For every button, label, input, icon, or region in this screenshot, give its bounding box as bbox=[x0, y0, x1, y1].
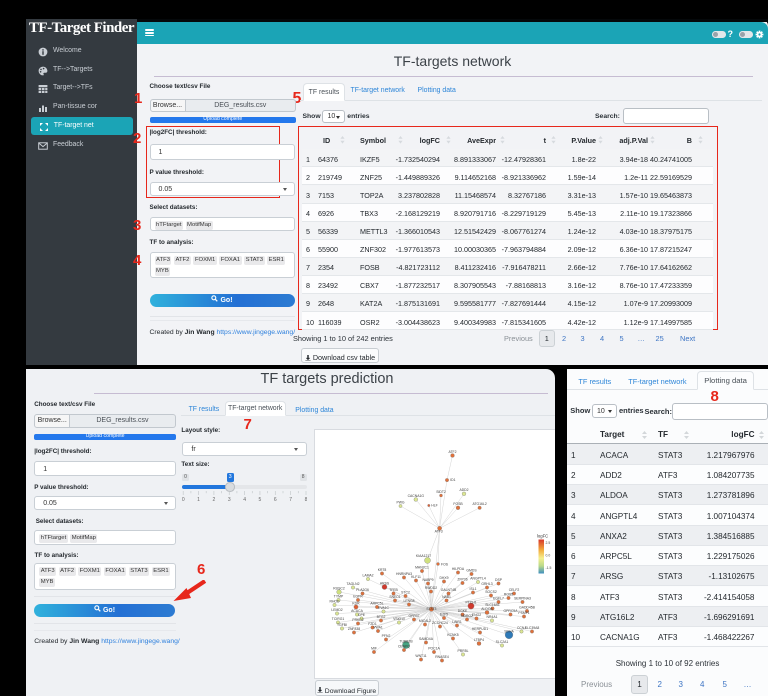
svg-text:HNRNPA3: HNRNPA3 bbox=[396, 571, 412, 575]
svg-text:ZCCHC24: ZCCHC24 bbox=[432, 620, 448, 624]
svg-text:ATF3: ATF3 bbox=[435, 529, 443, 533]
svg-text:EGFL7: EGFL7 bbox=[493, 596, 504, 600]
svg-text:PFN2: PFN2 bbox=[382, 633, 391, 637]
svg-text:PRR5L: PRR5L bbox=[458, 648, 469, 652]
svg-text:KRT8: KRT8 bbox=[378, 567, 387, 571]
svg-text:KDR: KDR bbox=[352, 601, 360, 605]
svg-text:MIF: MIF bbox=[371, 646, 377, 650]
svg-text:NAB1: NAB1 bbox=[442, 594, 451, 598]
svg-text:ANGPTL4: ANGPTL4 bbox=[470, 576, 486, 580]
svg-text:BTG2: BTG2 bbox=[377, 614, 386, 618]
svg-text:GADD45B: GADD45B bbox=[519, 605, 536, 609]
svg-text:TCIRG1: TCIRG1 bbox=[332, 616, 345, 620]
svg-text:KLF11: KLF11 bbox=[411, 574, 421, 578]
svg-text:GPR37: GPR37 bbox=[408, 613, 419, 617]
svg-text:ATG16L2: ATG16L2 bbox=[472, 502, 486, 506]
svg-text:KCNK5: KCNK5 bbox=[447, 632, 458, 636]
svg-text:PWG: PWG bbox=[396, 500, 404, 504]
svg-text:ATF2: ATF2 bbox=[448, 449, 456, 453]
svg-text:EVA1C: EVA1C bbox=[378, 605, 389, 609]
svg-text:LAMA2: LAMA2 bbox=[362, 573, 373, 577]
svg-text:DHX9: DHX9 bbox=[439, 575, 448, 579]
svg-text:STC2: STC2 bbox=[401, 590, 410, 594]
svg-text:NR4A1: NR4A1 bbox=[487, 614, 498, 618]
svg-text:2: 2 bbox=[213, 497, 216, 502]
svg-text:ARPC5L: ARPC5L bbox=[370, 601, 383, 605]
svg-text:WNT11: WNT11 bbox=[415, 653, 426, 657]
svg-text:SAMD4A: SAMD4A bbox=[419, 636, 434, 640]
svg-text:PTCH1: PTCH1 bbox=[465, 600, 476, 604]
svg-text:HILPDA: HILPDA bbox=[452, 566, 465, 570]
svg-text:DGKE: DGKE bbox=[458, 608, 468, 612]
svg-text:ZNF838: ZNF838 bbox=[348, 626, 360, 630]
svg-text:LEMD2: LEMD2 bbox=[331, 607, 342, 611]
svg-text:PLA2G6: PLA2G6 bbox=[356, 587, 369, 591]
svg-text:1: 1 bbox=[198, 497, 201, 502]
svg-text:2.5: 2.5 bbox=[546, 541, 551, 545]
svg-text:GALNT4B: GALNT4B bbox=[441, 587, 457, 591]
svg-text:POC1A: POC1A bbox=[428, 646, 440, 650]
svg-text:SOCS2: SOCS2 bbox=[485, 589, 497, 593]
svg-text:PSMF1: PSMF1 bbox=[518, 610, 529, 614]
svg-text:CACNA1G: CACNA1G bbox=[408, 493, 425, 497]
svg-text:EGFR: EGFR bbox=[353, 594, 363, 598]
svg-text:SIDT2: SIDT2 bbox=[436, 489, 446, 493]
svg-text:ADD2: ADD2 bbox=[459, 488, 468, 492]
svg-text:RHOD: RHOD bbox=[330, 599, 341, 603]
svg-text:MAN2C1: MAN2C1 bbox=[415, 565, 429, 569]
svg-text:TGFBI: TGFBI bbox=[337, 622, 347, 626]
svg-text:ZFP36: ZFP36 bbox=[457, 577, 467, 581]
svg-text:PRKD2: PRKD2 bbox=[352, 617, 363, 621]
svg-text:TUBB2B: TUBB2B bbox=[399, 639, 413, 643]
svg-text:0: 0 bbox=[182, 497, 185, 502]
svg-text:8: 8 bbox=[305, 497, 307, 502]
svg-text:GRHL3: GRHL3 bbox=[481, 581, 492, 585]
svg-text:TAGLN2: TAGLN2 bbox=[347, 581, 360, 585]
svg-text:MICAL2: MICAL2 bbox=[419, 618, 431, 622]
svg-text:LENG8: LENG8 bbox=[403, 598, 414, 602]
svg-text:CPE: CPE bbox=[358, 612, 366, 616]
svg-text:TFEB: TFEB bbox=[389, 587, 398, 591]
svg-text:SNED1: SNED1 bbox=[389, 594, 400, 598]
svg-text:SLC39A8: SLC39A8 bbox=[525, 625, 540, 629]
svg-text:HERPUD1: HERPUD1 bbox=[472, 626, 488, 630]
svg-text:LAIR1: LAIR1 bbox=[452, 619, 462, 623]
svg-text:SDHA: SDHA bbox=[504, 629, 514, 633]
svg-text:VWA1: VWA1 bbox=[373, 625, 383, 629]
svg-text:SLC2A1: SLC2A1 bbox=[496, 639, 509, 643]
svg-text:NABP9: NABP9 bbox=[422, 577, 433, 581]
svg-text:E2F5: E2F5 bbox=[440, 612, 448, 616]
svg-text:GMDS: GMDS bbox=[466, 568, 477, 572]
svg-text:6: 6 bbox=[274, 497, 277, 502]
svg-text:ROS5: ROS5 bbox=[504, 592, 513, 596]
svg-text:ID1: ID1 bbox=[450, 478, 455, 482]
svg-text:RNASE4: RNASE4 bbox=[435, 654, 449, 658]
svg-text:LTBP4: LTBP4 bbox=[474, 637, 484, 641]
svg-text:RWDD2: RWDD2 bbox=[425, 585, 437, 589]
svg-text:7: 7 bbox=[290, 497, 293, 502]
svg-text:FOS: FOS bbox=[441, 562, 449, 566]
svg-text:ISL1: ISL1 bbox=[470, 586, 477, 590]
svg-text:TYMP: TYMP bbox=[334, 594, 344, 598]
svg-text:ENO2: ENO2 bbox=[472, 612, 481, 616]
svg-text:logFC: logFC bbox=[537, 533, 548, 538]
svg-text:KIAA1217: KIAA1217 bbox=[416, 554, 431, 558]
svg-text:5: 5 bbox=[259, 497, 262, 502]
svg-text:0.0: 0.0 bbox=[546, 553, 551, 557]
svg-text:RUSC2: RUSC2 bbox=[333, 586, 345, 590]
svg-text:CENPQ: CENPQ bbox=[398, 644, 410, 648]
svg-text:CELF2: CELF2 bbox=[509, 587, 520, 591]
svg-text:ARSS: ARSS bbox=[380, 581, 390, 585]
svg-text:-1.5: -1.5 bbox=[546, 566, 552, 570]
svg-text:ALDOA: ALDOA bbox=[481, 606, 493, 610]
svg-text:DSP: DSP bbox=[495, 577, 503, 581]
svg-text:GPRC5A: GPRC5A bbox=[504, 608, 519, 612]
svg-text:SERPINA3: SERPINA3 bbox=[514, 596, 531, 600]
svg-text:FOSB: FOSB bbox=[453, 502, 463, 506]
svg-text:STAT3: STAT3 bbox=[426, 607, 436, 611]
svg-text:4: 4 bbox=[244, 497, 247, 502]
svg-text:3: 3 bbox=[228, 497, 231, 502]
svg-text:HLF: HLF bbox=[431, 503, 437, 507]
svg-text:VSIG10: VSIG10 bbox=[393, 616, 405, 620]
